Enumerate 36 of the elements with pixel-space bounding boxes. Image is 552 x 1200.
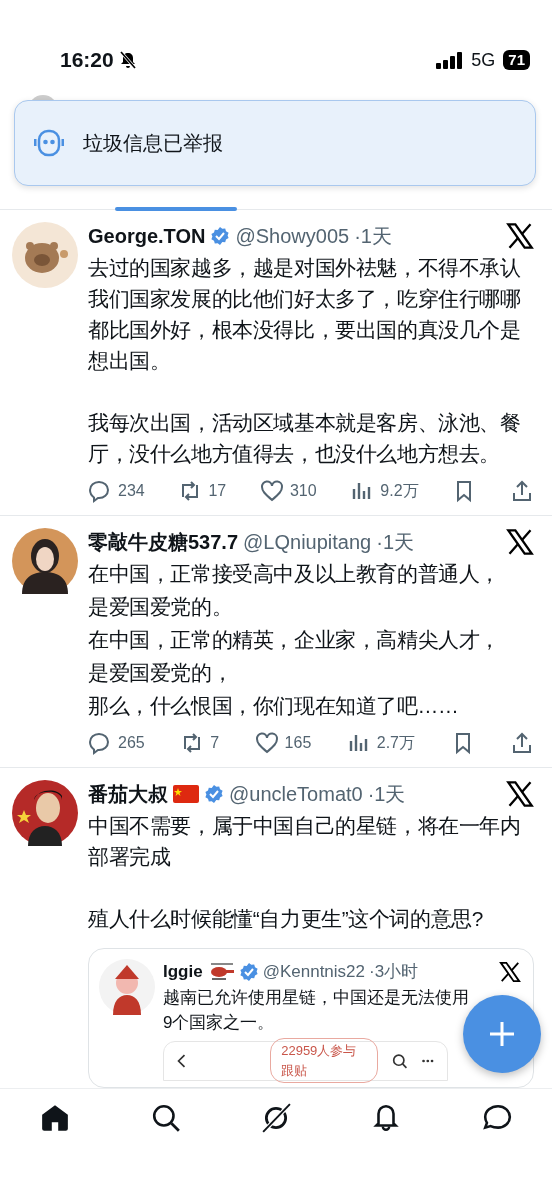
post-text: 殖人什么时候能懂“自力更生”这个词的意思? [88, 906, 485, 932]
participants-badge: 22959人参与跟贴 [270, 1038, 379, 1083]
post-text: 在中国，正常接受高中及以上教育的普通人， [88, 561, 501, 587]
post-time: ·1天 [376, 530, 415, 554]
post-text: 中国不需要，属于中国自己的星链，将在一年内部署完成 [88, 813, 522, 870]
post-text: 我每次出国，活动区域基本就是客房、泳池、餐厅，没什么地方值得去，也没什么地方想去。 [88, 410, 522, 467]
author-name: 零敲牛皮糖537.7 [88, 530, 239, 554]
clock-time: 16:20 [60, 47, 114, 74]
stat-count: 9.2万 [380, 481, 419, 501]
network-label: 5G [471, 48, 496, 72]
author-name: 番茄大叔 [88, 782, 168, 806]
stat-count: 7 [210, 733, 220, 753]
post-text: 是爱国爱党的。 [88, 594, 234, 620]
post-text: 9个国家之一。 [163, 1011, 275, 1034]
post-text: 是爱国爱党的， [88, 660, 234, 686]
post-text: 在中国，正常的精英，企业家，高精尖人才， [88, 627, 501, 653]
post-time: ·1天 [367, 782, 406, 806]
post-time: ·3小时 [369, 961, 419, 983]
stat-count: 2.7万 [376, 733, 415, 753]
author-handle: @Showy005 [235, 224, 350, 248]
author-handle: @uncleTomat0 [229, 782, 363, 806]
post-time: ·1天 [354, 224, 392, 248]
stat-count: 310 [289, 481, 317, 501]
post-text: 那么，什么恨国，你们现在知道了吧…… [88, 693, 460, 719]
stat-count: 17 [208, 481, 227, 501]
toast-message: 垃圾信息已举报 [83, 131, 223, 156]
stat-count: 234 [118, 481, 145, 501]
post-text: 去过的国家越多，越是对国外祛魅，不得不承认我们国家发展的比他们好太多了，吃穿住行哪哪都比国外好，根本没得比，要出国的真没几个是想出国。 [88, 255, 522, 374]
author-handle: @LQniupitang [243, 530, 372, 554]
post-text: 越南已允许使用星链，中国还是无法使用 [163, 986, 469, 1009]
stat-count: 265 [118, 733, 145, 753]
author-name: George.TON [88, 224, 206, 248]
author-handle: @Kenntnis22 [262, 961, 365, 983]
battery-level: 71 [503, 50, 530, 70]
stat-count: 165 [284, 733, 312, 753]
author-name: Iggie [163, 961, 203, 983]
